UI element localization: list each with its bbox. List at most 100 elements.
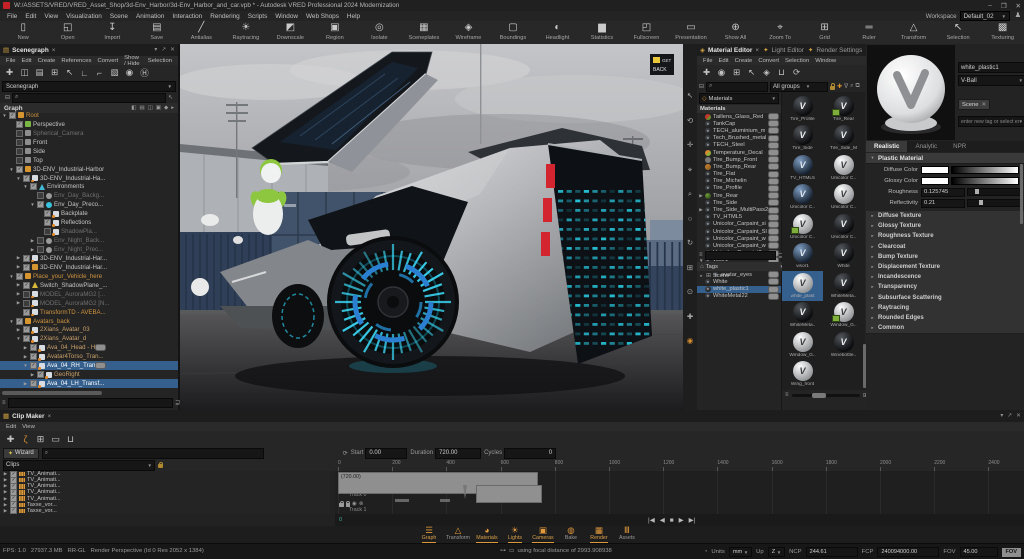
tag-item-scene[interactable]: ▸⊞Scene <box>697 273 785 279</box>
material-type-dropdown[interactable]: V-Ball▼ <box>958 75 1024 86</box>
expand-icon[interactable]: ▼ <box>16 176 21 181</box>
material-list-dropdown[interactable]: ◇Materials▼ <box>699 93 779 104</box>
me-menu-create[interactable]: Create <box>732 58 756 64</box>
fov-indicator[interactable]: FOV <box>1002 548 1022 557</box>
me-menu-window[interactable]: Window <box>812 58 839 64</box>
expand-icon[interactable]: ▼ <box>2 113 7 118</box>
refresh-icon[interactable]: ⟳ <box>343 450 348 457</box>
lock-icon[interactable] <box>830 86 835 90</box>
timeline[interactable]: 0200400600800100012001400160018002000220… <box>335 459 1024 514</box>
collapse-panel-icon[interactable]: ▾ <box>154 47 157 53</box>
menu-window[interactable]: Window <box>271 13 302 20</box>
close-tab-icon[interactable]: × <box>47 413 51 420</box>
visibility-checkbox[interactable] <box>23 309 30 316</box>
visibility-checkbox[interactable] <box>16 318 23 325</box>
lock-icon[interactable] <box>158 464 163 468</box>
remove-tag-icon[interactable]: ✕ <box>981 102 986 108</box>
me-menu-selection[interactable]: Selection <box>782 58 812 64</box>
thumbnail-visor1[interactable]: Vvisor1 <box>782 242 823 272</box>
tree-item-env-day-preco[interactable]: ▼Env_Day_Preco... <box>0 200 178 209</box>
visibility-checkbox[interactable] <box>23 255 30 262</box>
duration-field[interactable]: 720.00 <box>435 448 481 459</box>
me-tool-icon-1[interactable]: ◉ <box>714 67 729 78</box>
visibility-checkbox[interactable] <box>30 380 37 387</box>
color-swatch[interactable] <box>921 177 949 185</box>
close-button[interactable]: ✕ <box>1016 2 1021 10</box>
visibility-checkbox[interactable] <box>23 326 30 333</box>
me-menu-file[interactable]: File <box>700 58 716 64</box>
toolbar-grid[interactable]: ⊞Grid <box>802 21 847 44</box>
tab-material-editor[interactable]: ◈Material Editor× <box>700 46 759 54</box>
material-white-plastic1[interactable]: vwhite_plastic1 <box>697 286 781 293</box>
tree-item-place-your-vehicle-here[interactable]: ▼Place_your_Vehicle_here <box>0 272 178 281</box>
expand-icon[interactable]: ▶ <box>30 238 35 244</box>
tree-item-perspective[interactable]: Perspective <box>0 120 178 129</box>
viewport-tool-2[interactable]: ✛ <box>687 141 693 149</box>
timeline-keyframe[interactable] <box>395 499 409 502</box>
toolbar-headlight[interactable]: ◐Headlight <box>535 21 580 44</box>
tree-item-reflections[interactable]: Reflections <box>0 218 178 227</box>
section-common[interactable]: ▸Common <box>866 323 1024 334</box>
cm-menu-edit[interactable]: Edit <box>3 424 19 430</box>
viewport-tool-6[interactable]: ↻ <box>687 239 693 247</box>
material-white[interactable]: vWhite <box>697 278 781 285</box>
material-temperature-decal[interactable]: Temperature_Decal <box>697 149 781 156</box>
menu-scripts[interactable]: Scripts <box>244 13 272 20</box>
viewport-tool-9[interactable]: ✚ <box>687 313 693 321</box>
cm-tool-icon-1[interactable]: ζ <box>18 434 33 444</box>
toolbar-region[interactable]: ▣Region <box>313 21 358 44</box>
toolbar-boundings[interactable]: ▢Boundings <box>491 21 536 44</box>
tag-input[interactable]: enter new tag or select existing▼ <box>958 116 1024 127</box>
expand-icon[interactable]: ▶ <box>3 483 8 489</box>
visibility-checkbox[interactable] <box>23 282 30 289</box>
sg-tool-icon-6[interactable]: ⌐ <box>92 68 107 78</box>
float-panel-icon[interactable]: ↗ <box>161 47 166 53</box>
menu-web-shops[interactable]: Web Shops <box>302 13 343 20</box>
link-icon[interactable]: ⊶ <box>500 548 506 554</box>
minimize-button[interactable]: – <box>988 2 992 9</box>
sg-tool-icon-5[interactable]: ∟ <box>77 68 92 78</box>
tree-item-spherical-camera[interactable]: Spherical_Camera <box>0 129 178 138</box>
visibility-checkbox[interactable] <box>37 371 44 378</box>
viewport-tool-1[interactable]: ⟲ <box>687 117 693 125</box>
clip-search-input[interactable]: ⌕ <box>42 448 264 459</box>
visibility-checkbox[interactable] <box>16 273 23 280</box>
filter-funnel-icon[interactable]: ∇ <box>844 83 848 90</box>
close-panel-icon[interactable]: ✕ <box>1016 413 1021 419</box>
sg-tool-icon-8[interactable]: ◉ <box>122 67 137 78</box>
toolbar-texturing[interactable]: ▩Texturing <box>980 21 1024 44</box>
tree-item-2xians-avatar-d[interactable]: ▼2Xians_Avatar_d <box>0 334 178 343</box>
material-whitemetal22[interactable]: vWhiteMetal22 <box>697 293 781 300</box>
start-field[interactable]: 0.00 <box>365 448 407 459</box>
thumbnail-wing-front[interactable]: VWing_front <box>782 360 823 390</box>
tree-item-shadowpla[interactable]: ShadowPla... <box>0 227 178 236</box>
visibility-checkbox[interactable] <box>44 210 51 217</box>
value-slider[interactable] <box>967 199 1023 207</box>
wizard-button[interactable]: ✦Wizard <box>3 448 39 459</box>
thumbnail-white[interactable]: VWhite <box>823 242 864 272</box>
slider-handle[interactable] <box>979 200 983 205</box>
visibility-checkbox[interactable] <box>44 228 51 235</box>
tree-item-avatar4torso-tran[interactable]: ▶Avatar4Torso_Tran... <box>0 352 178 361</box>
material-tankcap[interactable]: vTankCap <box>697 120 781 127</box>
expand-icon[interactable]: ▶ <box>16 327 21 333</box>
visibility-checkbox[interactable] <box>23 335 30 342</box>
timeline-keyframe[interactable] <box>440 499 450 502</box>
material-tire-side[interactable]: vTire_Side <box>697 199 781 206</box>
toolbar-zoom-to[interactable]: ⌖Zoom To <box>758 21 803 44</box>
close-tab-icon[interactable]: × <box>755 47 759 54</box>
visibility-checkbox[interactable] <box>37 246 44 253</box>
menu-scene[interactable]: Scene <box>106 13 132 20</box>
tree-item-3d-env-industrial-harbor[interactable]: ▼3D-ENV_Industrial-Harbor <box>0 165 178 174</box>
expand-icon[interactable]: ▼ <box>23 363 28 368</box>
expand-icon[interactable]: ▼ <box>9 167 14 172</box>
thumbnail-whitemeta[interactable]: VWhiteMeta.. <box>782 301 823 331</box>
expand-icon[interactable]: ▶ <box>16 282 21 288</box>
viewport-tool-0[interactable]: ↖ <box>687 92 693 100</box>
viewport-tool-4[interactable]: ⌕ <box>688 190 692 198</box>
material-tire-rear[interactable]: ▶Tire_Rear <box>697 192 781 199</box>
color-ramp[interactable] <box>951 177 1019 185</box>
timeline-marker[interactable] <box>463 485 467 499</box>
thumbnail-tv-html5[interactable]: VTV_HTML5 <box>782 153 823 183</box>
material-tire-bump-front[interactable]: Tire_Bump_Front <box>697 156 781 163</box>
